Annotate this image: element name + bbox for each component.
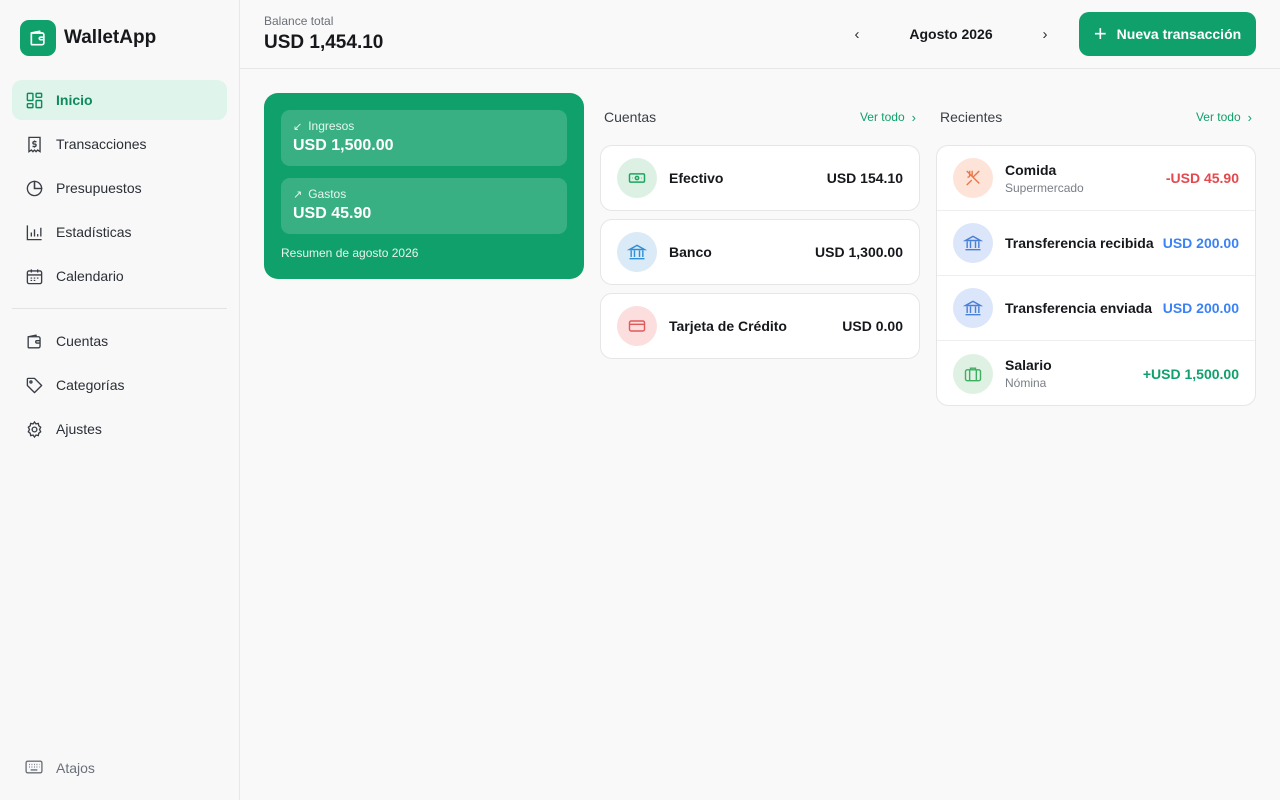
transaction-name: Transferencia enviada	[1005, 300, 1153, 316]
sidebar-item-cuentas[interactable]: Cuentas	[12, 321, 227, 361]
grid-icon	[24, 90, 44, 110]
sidebar-item-presupuestos[interactable]: Presupuestos	[12, 168, 227, 208]
account-card-tarjeta[interactable]: Tarjeta de Crédito USD 0.00	[600, 293, 920, 359]
transaction-category: Supermercado	[1005, 180, 1084, 195]
bank-icon	[953, 223, 993, 263]
wallet-icon	[24, 331, 44, 351]
sidebar-item-label: Inicio	[56, 92, 93, 108]
recent-title: Recientes	[940, 109, 1003, 125]
main-area: Balance total USD 1,454.10 ‹ Agosto 2026…	[240, 0, 1280, 800]
top-bar: Balance total USD 1,454.10 ‹ Agosto 2026…	[240, 0, 1280, 69]
account-amount: USD 0.00	[842, 318, 903, 334]
sidebar-item-label: Ajustes	[56, 421, 102, 437]
recent-list: Comida Supermercado -USD 45.90 Transfere…	[936, 145, 1256, 406]
dashboard-content: ↙ Ingresos USD 1,500.00 ↗ Gastos USD 45.…	[240, 69, 1280, 800]
account-name: Tarjeta de Crédito	[669, 318, 787, 334]
briefcase-icon	[953, 353, 993, 394]
brand-name: WalletApp	[64, 27, 157, 48]
account-card-efectivo[interactable]: Efectivo USD 154.10	[600, 145, 920, 211]
transaction-amount: +USD 1,500.00	[1142, 365, 1239, 382]
accounts-title: Cuentas	[604, 109, 657, 125]
account-amount: USD 154.10	[826, 170, 903, 186]
chevron-right-icon: ›	[911, 109, 916, 125]
recent-header: Recientes Ver todo ›	[940, 107, 1252, 127]
sidebar-item-label: Presupuestos	[56, 180, 142, 196]
view-all-label: Ver todo	[1195, 110, 1241, 124]
list-item[interactable]: Salario Nómina +USD 1,500.00	[937, 341, 1255, 405]
month-navigator: ‹ Agosto 2026 ›	[845, 20, 1057, 48]
sidebar-item-ajustes[interactable]: Ajustes	[12, 409, 227, 449]
prev-month-button[interactable]: ‹	[845, 20, 869, 48]
account-amount: USD 1,300.00	[815, 244, 903, 260]
new-transaction-label: Nueva transacción	[1116, 26, 1242, 42]
arrow-down-left-icon: ↙	[293, 120, 303, 133]
income-box: ↙ Ingresos USD 1,500.00	[281, 110, 567, 166]
account-name: Banco	[669, 244, 712, 260]
transaction-name: Salario	[1005, 357, 1052, 373]
arrow-up-right-icon: ↗	[293, 188, 303, 201]
tag-icon	[24, 375, 44, 395]
expense-box: ↗ Gastos USD 45.90	[281, 178, 567, 234]
expense-label: Gastos	[308, 187, 347, 201]
credit-card-icon	[617, 306, 657, 346]
bank-icon	[953, 288, 993, 328]
list-item[interactable]: Comida Supermercado -USD 45.90	[937, 146, 1255, 211]
sidebar-item-label: Calendario	[56, 268, 124, 284]
sidebar-item-categorias[interactable]: Categorías	[12, 365, 227, 405]
sidebar-item-inicio[interactable]: Inicio	[12, 80, 227, 120]
expense-value: USD 45.90	[293, 205, 372, 222]
next-month-button[interactable]: ›	[1033, 20, 1057, 48]
cash-icon	[617, 158, 657, 198]
income-value: USD 1,500.00	[293, 137, 394, 154]
transaction-category: Nómina	[1005, 376, 1047, 390]
new-transaction-button[interactable]: + Nueva transacción	[1079, 12, 1256, 56]
sidebar-item-label: Transacciones	[56, 136, 147, 152]
receipt-icon	[24, 134, 44, 154]
account-card-banco[interactable]: Banco USD 1,300.00	[600, 219, 920, 285]
utensils-icon	[953, 158, 993, 198]
view-all-label: Ver todo	[859, 110, 905, 124]
sidebar-item-transacciones[interactable]: Transacciones	[12, 124, 227, 164]
sidebar-item-label: Estadísticas	[56, 224, 132, 240]
calendar-icon	[24, 266, 44, 286]
month-label: Agosto 2026	[909, 26, 993, 42]
chevron-right-icon: ›	[1247, 109, 1252, 125]
sidebar-item-estadisticas[interactable]: Estadísticas	[12, 212, 227, 252]
transaction-amount: USD 200.00	[1162, 235, 1239, 251]
wallet-logo-icon	[20, 20, 56, 56]
summary-caption: Resumen de agosto 2026	[281, 246, 419, 260]
income-label: Ingresos	[308, 119, 355, 133]
accounts-view-all-link[interactable]: Ver todo ›	[860, 110, 916, 125]
accounts-header: Cuentas Ver todo ›	[604, 107, 916, 127]
plus-icon: +	[1093, 21, 1107, 46]
balance-label: Balance total	[264, 14, 334, 28]
balance-value: USD 1,454.10	[264, 32, 384, 53]
list-item[interactable]: Transferencia enviada USD 200.00	[937, 276, 1255, 341]
recent-view-all-link[interactable]: Ver todo ›	[1196, 110, 1252, 125]
shortcuts-link[interactable]: Atajos	[12, 752, 227, 784]
sidebar-item-calendario[interactable]: Calendario	[12, 256, 227, 296]
app-root: WalletApp Inicio Transacciones Presupues…	[0, 0, 1280, 800]
shortcuts-label: Atajos	[56, 760, 95, 776]
sidebar-item-label: Categorías	[56, 377, 125, 393]
sidebar: WalletApp Inicio Transacciones Presupues…	[0, 0, 240, 800]
brand[interactable]: WalletApp	[12, 0, 227, 76]
pie-chart-icon	[24, 178, 44, 198]
bank-icon	[617, 232, 657, 272]
sidebar-divider	[12, 308, 227, 309]
keyboard-icon	[24, 757, 44, 780]
summary-card: ↙ Ingresos USD 1,500.00 ↗ Gastos USD 45.…	[264, 93, 584, 279]
list-item[interactable]: Transferencia recibida USD 200.00	[937, 211, 1255, 276]
account-name: Efectivo	[669, 170, 724, 186]
sidebar-item-label: Cuentas	[56, 333, 109, 349]
sidebar-nav: Inicio Transacciones Presupuestos Estadí…	[12, 80, 227, 449]
transaction-name: Comida	[1005, 161, 1057, 178]
bar-chart-icon	[24, 222, 44, 242]
transaction-name: Transferencia recibida	[1005, 235, 1154, 251]
transaction-amount: USD 200.00	[1162, 300, 1239, 316]
transaction-amount: -USD 45.90	[1165, 170, 1239, 186]
gear-icon	[24, 419, 44, 439]
